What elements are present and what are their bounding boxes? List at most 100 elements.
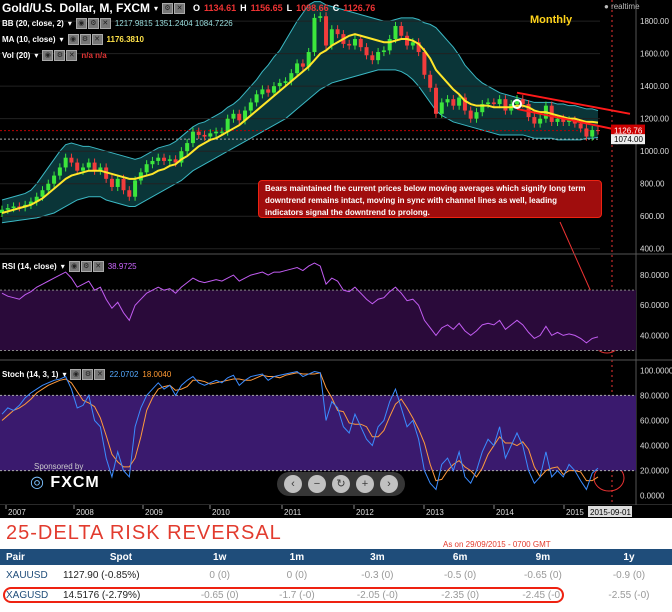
settings-icon[interactable]: ⚙ [162,2,174,14]
eye-icon[interactable]: ◉ [42,50,54,61]
chevron-down-icon[interactable]: ▾ [62,370,66,379]
high-label: H [240,3,247,13]
period-label: Monthly [530,14,573,26]
candle-body [428,74,433,88]
fxcm-logo[interactable]: ◎ FXCM [30,472,100,492]
symbol-title[interactable]: Gold/U.S. Dollar, M, FXCM [2,1,150,15]
spot-cell: 1127.90 (-0.85%) [63,569,140,581]
settings-icon[interactable]: ⚙ [82,369,94,380]
candle-body [578,123,583,129]
candle-body [590,130,595,137]
realtime-label: realtime [611,2,640,11]
candle-body [196,131,201,135]
settings-icon[interactable]: ⚙ [79,34,91,45]
candle-body [225,118,230,132]
candle-body [115,178,120,187]
scroll-right-icon[interactable]: › [380,475,398,493]
candle-body [445,99,450,103]
table-row[interactable]: XAGUSD 14.5176 (-2.79%) -0.65 (0) -1.7 (… [0,585,672,605]
bb-legend[interactable]: BB (20, close, 2) ▾ ◉ ⚙ ✕ 1217.9815 1351.24… [2,18,233,29]
chevron-down-icon[interactable]: ▾ [34,51,38,60]
candle-body [121,178,126,191]
rr-1m-cell: 0 (0) [286,569,308,581]
settings-icon[interactable]: ⚙ [87,18,99,29]
ma-legend[interactable]: MA (10, close) ▾ ◉ ⚙ ✕ 1176.3810 [2,34,144,45]
candle-body [503,99,508,111]
table-row[interactable]: XAUUSD 1127.90 (-0.85%) 0 (0) 0 (0) -0.3… [0,565,672,585]
candle-body [277,82,282,87]
stoch-label: Stoch (14, 3, 1) [2,370,59,379]
close-icon[interactable]: ✕ [66,50,78,61]
stoch-legend[interactable]: Stoch (14, 3, 1) ▾ ◉ ⚙ ✕ 22.0702 18.0040 [2,369,171,380]
vol-value: n/a n/a [81,51,107,60]
candle-body [422,52,427,75]
candle-body [335,29,340,35]
close-icon[interactable]: ✕ [94,369,106,380]
chart-area[interactable]: 1800.00 1600.00 1400.00 1200.00 1126.76 1074.… [0,0,672,518]
rr-1w-cell: -0.65 (0) [200,589,239,601]
col-3m: 3m [334,549,421,565]
price-axis-label: 1200.00 [640,115,669,124]
candle-body [185,143,190,152]
analysis-annotation: Bears maintained the current prices belo… [258,180,602,218]
candle-body [254,94,259,103]
candle-body [300,63,305,67]
rsi-axis-label: 60.0000 [640,301,669,310]
rr-9m-cell: -0.65 (0) [523,569,562,581]
candle-body [150,160,155,165]
zoom-out-icon[interactable]: − [308,475,326,493]
eye-icon[interactable]: ◉ [67,34,79,45]
price-axis-label: 400.00 [640,245,665,254]
candle-body [5,208,10,210]
settings-icon[interactable]: ⚙ [80,261,92,272]
candle-body [347,43,352,46]
rsi-buttons: ◉ ⚙ ✕ [68,261,104,272]
candle-body [474,112,479,119]
reset-icon[interactable]: ↻ [332,475,350,493]
price-chart[interactable]: 1800.00 1600.00 1400.00 1200.00 1126.76 1074.… [0,0,672,518]
rr-9m-cell: -2.45 (-0) [522,589,564,601]
chevron-down-icon[interactable]: ▾ [61,262,65,271]
candle-body [439,102,444,114]
rsi-legend[interactable]: RSI (14, close) ▾ ◉ ⚙ ✕ 38.9725 [2,261,137,272]
zoom-in-icon[interactable]: + [356,475,374,493]
open-value: 1134.61 [204,3,237,13]
candle-body [381,50,386,53]
chevron-down-icon[interactable]: ▾ [60,35,64,44]
close-icon[interactable]: ✕ [91,34,103,45]
rsi-label: RSI (14, close) [2,262,57,271]
stoch-axis-label: 40.0000 [640,442,669,451]
eye-icon[interactable]: ◉ [70,369,82,380]
candle-body [46,183,51,191]
pair-cell[interactable]: XAGUSD [0,585,62,605]
vol-legend[interactable]: Vol (20) ▾ ◉ ⚙ ✕ n/a n/a [2,50,107,61]
scroll-left-icon[interactable]: ‹ [284,475,302,493]
bb-values: 1217.9815 1351.2404 1084.7226 [114,19,233,28]
chevron-down-icon[interactable]: ▾ [68,19,72,28]
eye-icon[interactable]: ◉ [68,261,80,272]
rsi-axis-label: 80.0000 [640,271,669,280]
candle-body [109,178,114,187]
candle-body [318,16,323,18]
chevron-down-icon[interactable]: ▾ [154,4,158,13]
close-icon[interactable]: ✕ [92,261,104,272]
candle-body [324,16,329,46]
candle-body [81,167,86,171]
candle-body [596,130,600,132]
ma-buttons: ◉ ⚙ ✕ [67,34,103,45]
stoch-band [0,395,636,471]
rr-6m-cell: -0.5 (0) [444,569,477,581]
stoch-d-value: 18.0040 [142,370,172,379]
candle-body [532,117,537,124]
x-axis-label: 2008 [76,508,94,517]
ma-value: 1176.3810 [106,35,144,44]
col-1w: 1w [180,549,260,565]
pair-cell[interactable]: XAUUSD [0,565,62,585]
rsi-value: 38.9725 [107,262,137,271]
close-icon[interactable]: ✕ [99,18,111,29]
rr-1m-cell: -1.7 (-0) [279,589,315,601]
candle-body [405,35,410,46]
settings-icon[interactable]: ⚙ [54,50,66,61]
close-icon[interactable]: ✕ [174,2,186,14]
eye-icon[interactable]: ◉ [75,18,87,29]
